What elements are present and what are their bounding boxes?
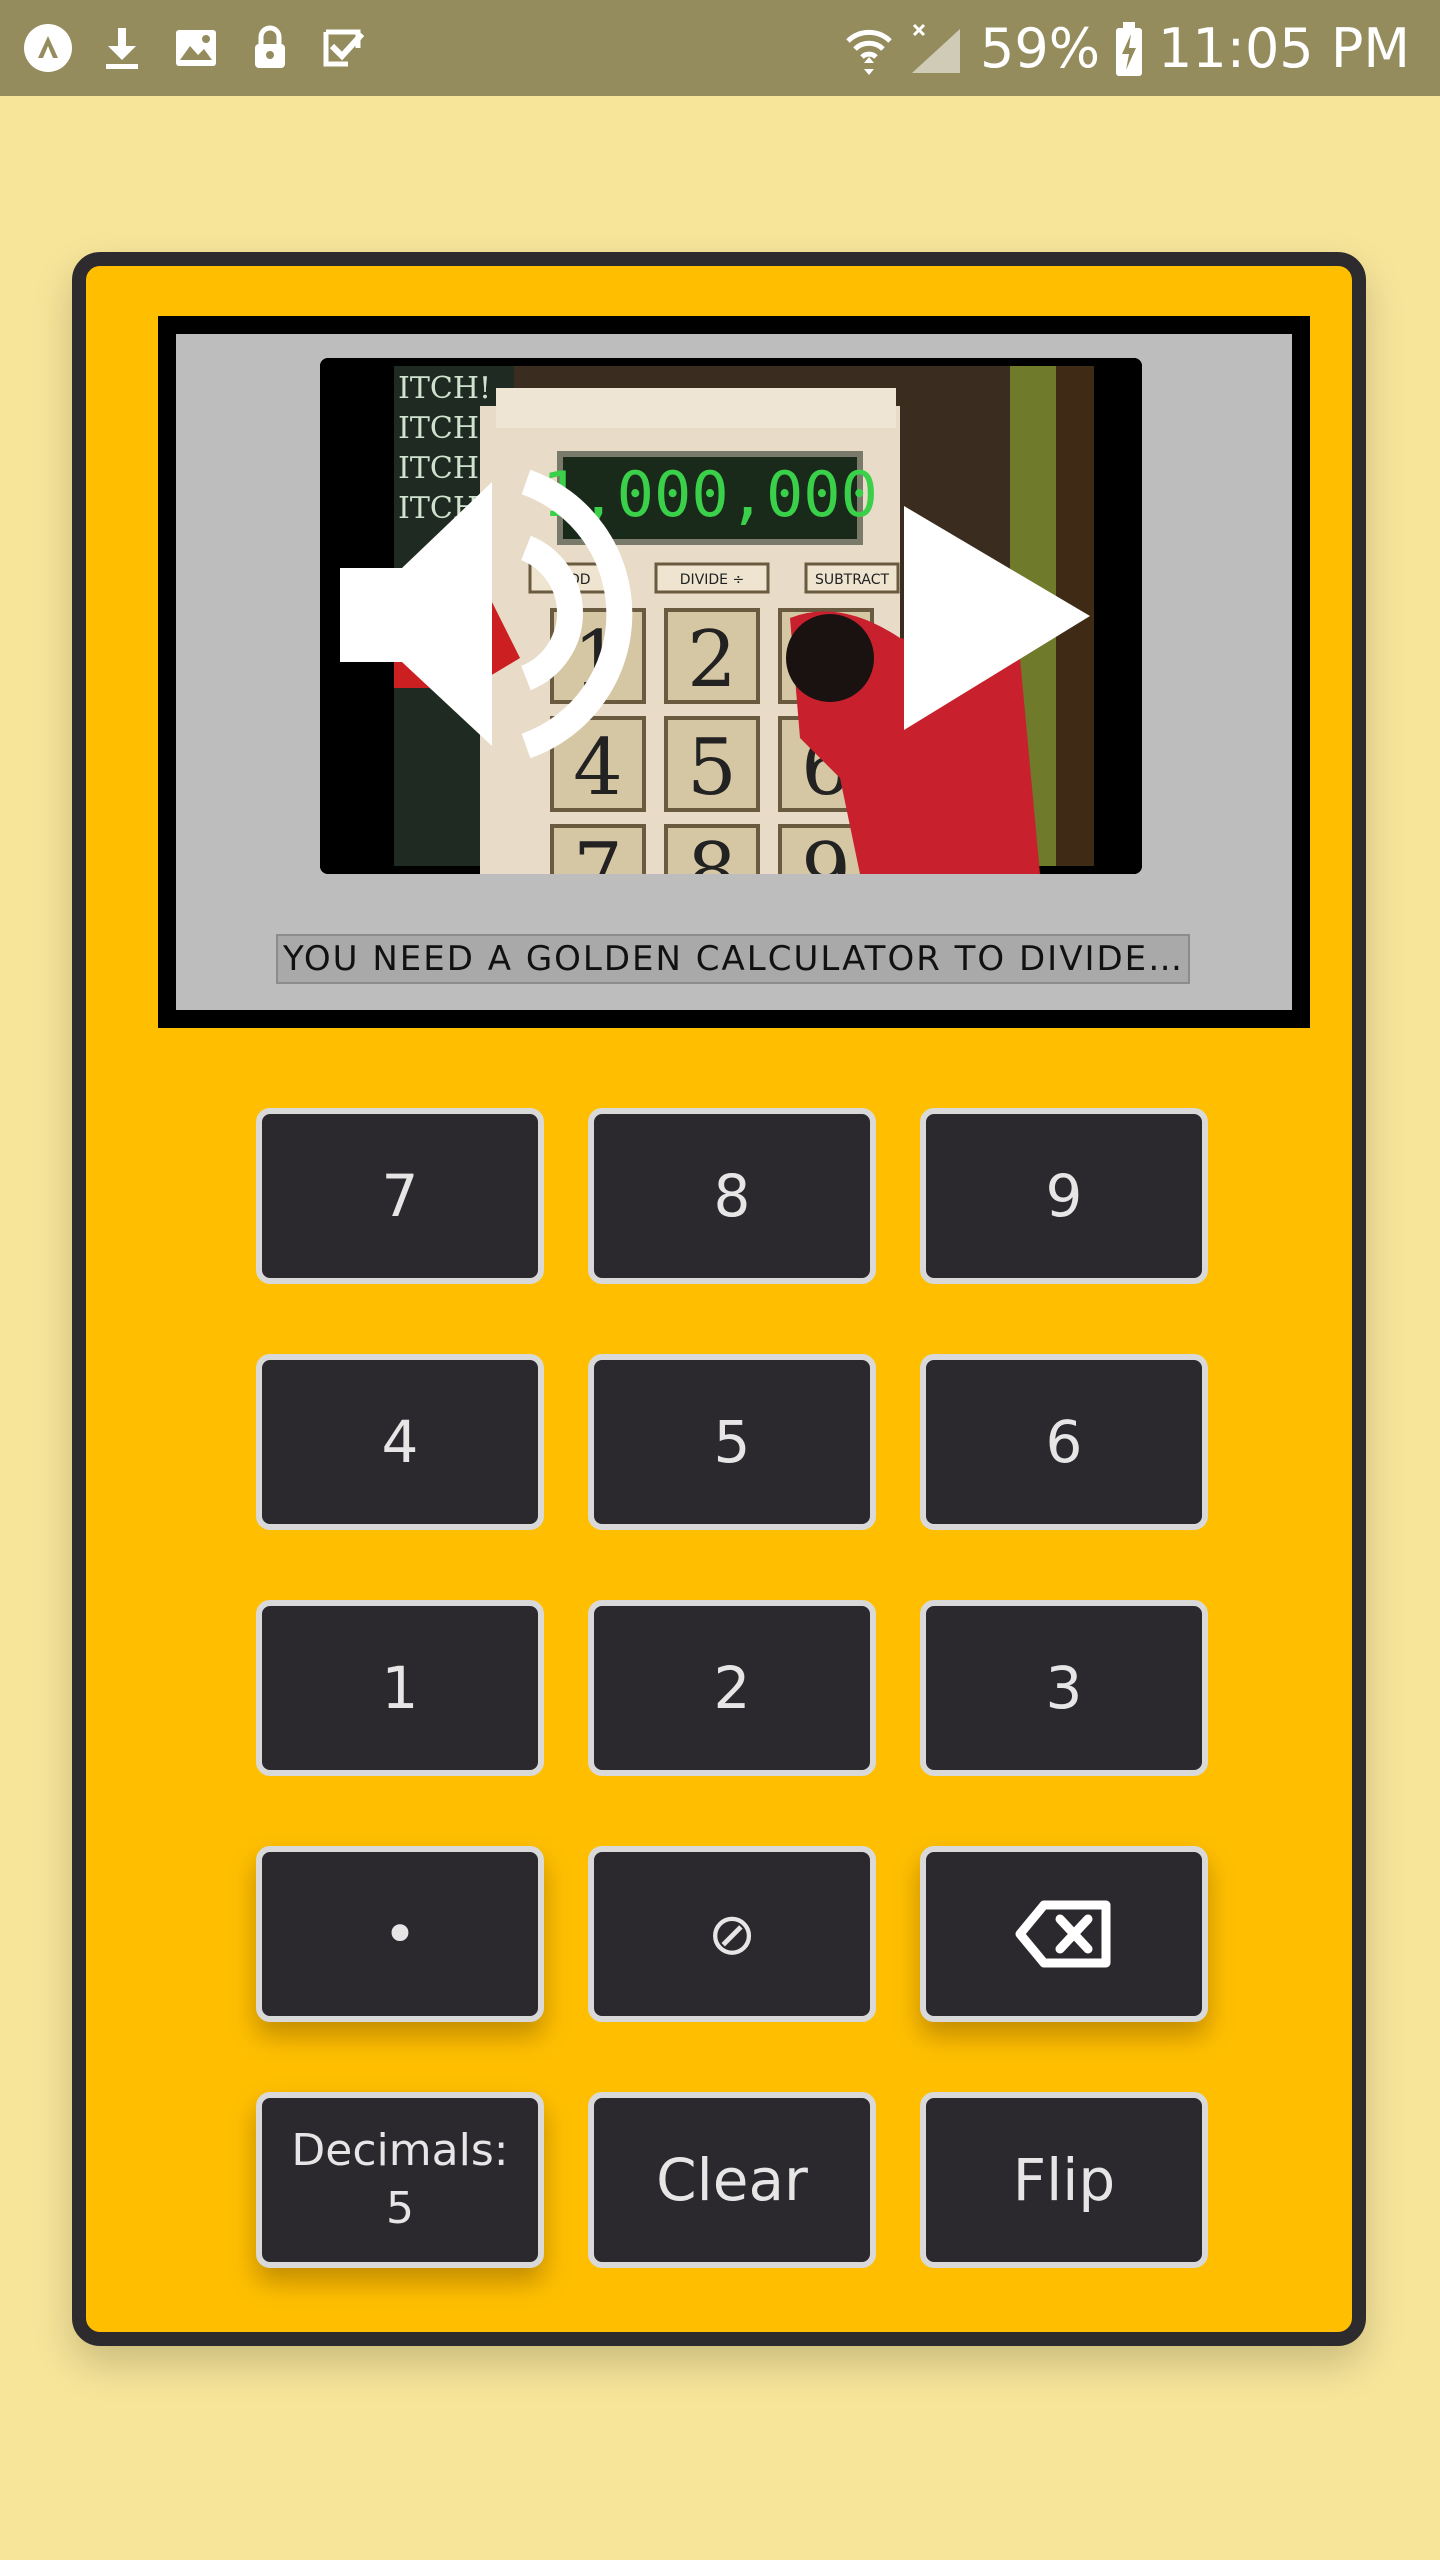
- image-icon: [176, 30, 216, 66]
- flip-button[interactable]: Flip: [920, 2092, 1208, 2268]
- key-4[interactable]: 4: [256, 1354, 544, 1530]
- video-digit-2: 2: [687, 615, 737, 705]
- decimals-label: Decimals: 5: [291, 2125, 509, 2234]
- key-label: 2: [713, 1654, 751, 1722]
- video-caption: YOU NEED A GOLDEN CALCULATOR TO DIVIDE..…: [283, 939, 1183, 979]
- clear-label: Clear: [656, 2146, 808, 2214]
- key-3[interactable]: 3: [920, 1600, 1208, 1776]
- app-logo-icon: [24, 24, 72, 72]
- caption-bar: YOU NEED A GOLDEN CALCULATOR TO DIVIDE..…: [276, 934, 1190, 984]
- checkbox-icon: [323, 29, 365, 67]
- key-label: 8: [713, 1162, 751, 1230]
- key-label: 3: [1045, 1654, 1083, 1722]
- key-label: 1: [381, 1654, 419, 1722]
- key-7[interactable]: 7: [256, 1108, 544, 1284]
- signal-icon: [912, 23, 961, 73]
- chalkboard-scribble: ITCH!: [398, 451, 491, 486]
- decimals-button[interactable]: Decimals: 5: [256, 2092, 544, 2268]
- video-frame: ITCH! ITCH! ITCH! ITCH 1,000,000 ADD DIV…: [320, 358, 1142, 874]
- key-label: 7: [381, 1162, 419, 1230]
- video-digit-7: 7: [573, 827, 623, 874]
- video-digit-8: 8: [687, 827, 737, 874]
- battery-percent: 59%: [980, 17, 1101, 80]
- lock-icon: [255, 25, 285, 68]
- wifi-icon: [846, 29, 892, 75]
- battery-charging-icon: [1116, 22, 1143, 76]
- key-label: 4: [381, 1408, 419, 1476]
- chalkboard-scribble: ITCH!: [398, 411, 491, 446]
- status-bar-system: 59% 11:05 PM: [844, 14, 1410, 84]
- key-1[interactable]: 1: [256, 1600, 544, 1776]
- status-bar-notifications: [22, 22, 370, 74]
- key-label: 5: [713, 1408, 751, 1476]
- download-icon: [106, 28, 138, 69]
- key-6[interactable]: 6: [920, 1354, 1208, 1530]
- calculator-screen: ITCH! ITCH! ITCH! ITCH 1,000,000 ADD DIV…: [158, 316, 1310, 1028]
- key-divide[interactable]: ⊘: [588, 1846, 876, 2022]
- key-backspace[interactable]: [920, 1846, 1208, 2022]
- video-player[interactable]: ITCH! ITCH! ITCH! ITCH 1,000,000 ADD DIV…: [320, 358, 1142, 874]
- clock: 11:05 PM: [1158, 17, 1410, 80]
- video-digit-4: 4: [573, 723, 623, 813]
- chalkboard-scribble: ITCH!: [398, 371, 491, 406]
- key-label: 9: [1045, 1162, 1083, 1230]
- flip-label: Flip: [1012, 2146, 1116, 2214]
- key-9[interactable]: 9: [920, 1108, 1208, 1284]
- video-digit-5: 5: [687, 723, 737, 813]
- key-8[interactable]: 8: [588, 1108, 876, 1284]
- key-5[interactable]: 5: [588, 1354, 876, 1530]
- divide-symbol: ⊘: [707, 1900, 757, 1968]
- video-digit-9: 9: [801, 827, 851, 874]
- key-label: •: [382, 1900, 418, 1968]
- calculator-body: ITCH! ITCH! ITCH! ITCH 1,000,000 ADD DIV…: [72, 252, 1366, 2346]
- clear-button[interactable]: Clear: [588, 2092, 876, 2268]
- backspace-icon: [1015, 1900, 1111, 1968]
- video-op-subtract: SUBTRACT: [815, 572, 890, 588]
- status-bar: 59% 11:05 PM: [0, 0, 1440, 96]
- key-2[interactable]: 2: [588, 1600, 876, 1776]
- key-decimal-point[interactable]: •: [256, 1846, 544, 2022]
- key-label: 6: [1045, 1408, 1083, 1476]
- video-op-divide: DIVIDE ÷: [680, 572, 744, 588]
